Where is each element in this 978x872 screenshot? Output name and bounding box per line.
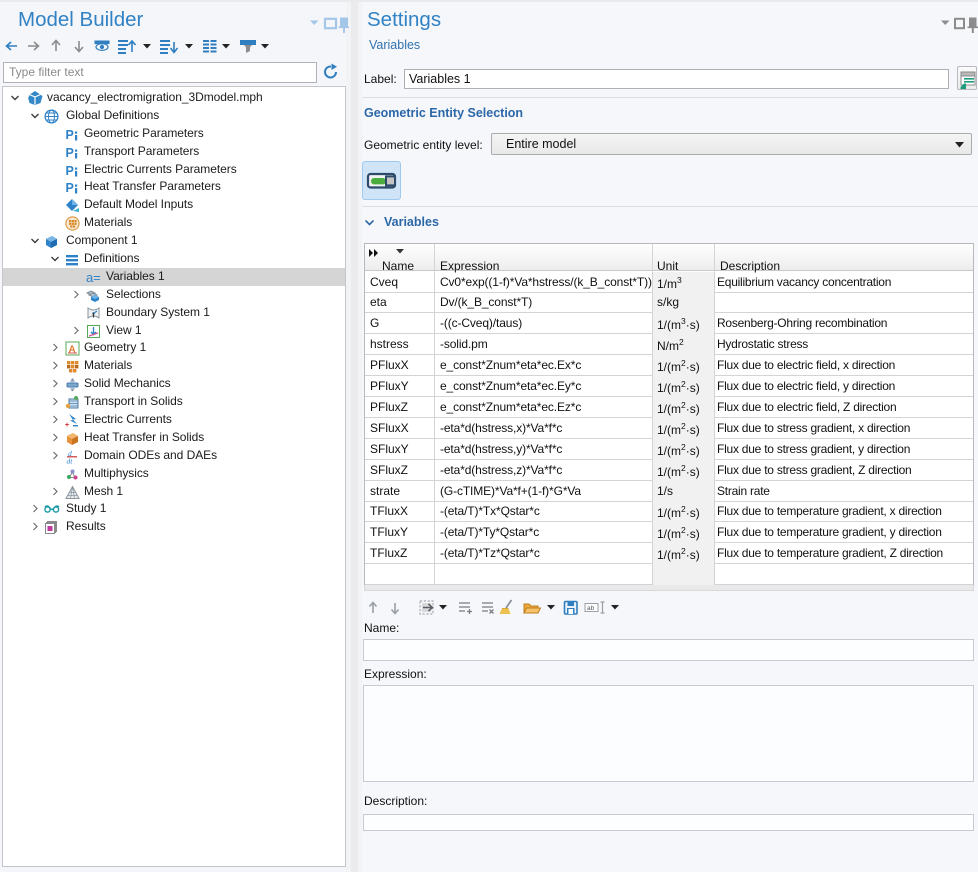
svg-text:+: + [65, 422, 69, 428]
svg-text:a=: a= [86, 270, 101, 285]
svg-text:dt: dt [67, 456, 74, 464]
svg-text:P: P [66, 164, 74, 178]
svg-text:P: P [66, 181, 74, 195]
svg-text:ab: ab [587, 605, 595, 612]
svg-text:P: P [66, 128, 74, 142]
svg-text:P: P [66, 146, 74, 160]
svg-text:A: A [69, 345, 76, 356]
